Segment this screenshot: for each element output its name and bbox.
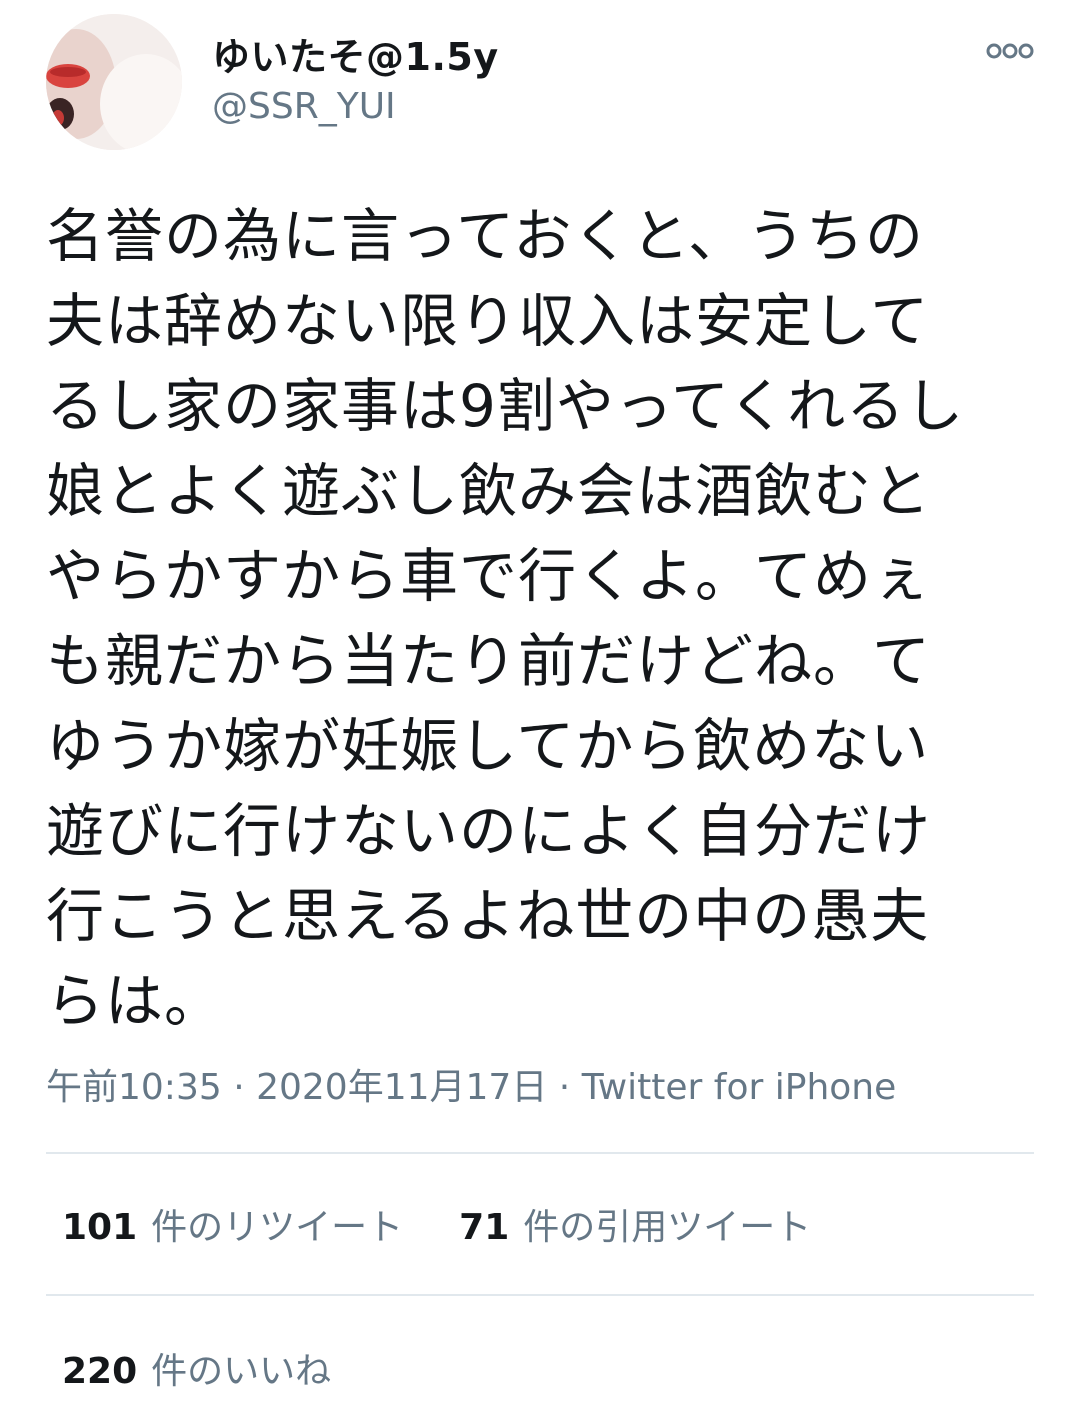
tweet-time[interactable]: 午前10:35 (46, 1067, 222, 1108)
quotes-stat[interactable]: 71 件の引用ツイート (459, 1198, 811, 1250)
quotes-label: 件の引用ツイート (523, 1207, 812, 1248)
tweet-source[interactable]: Twitter for iPhone (582, 1067, 897, 1108)
tweet-date[interactable]: 2020年11月17日 (256, 1067, 547, 1108)
quotes-count: 71 (459, 1207, 510, 1248)
meta-separator: · (547, 1067, 582, 1108)
engagement-stats: 101 件のリツイート 71 件の引用ツイート (62, 1198, 811, 1250)
likes-count: 220 (62, 1351, 138, 1392)
profile-photo (46, 14, 182, 150)
retweets-count: 101 (62, 1207, 138, 1248)
meta-separator: · (221, 1067, 257, 1108)
tweet-metadata: 午前10:35 · 2020年11月17日 · Twitter for iPho… (46, 1058, 896, 1110)
retweets-stat[interactable]: 101 件のリツイート (62, 1198, 403, 1250)
likes-label: 件のいいね (151, 1351, 332, 1392)
user-handle[interactable]: @SSR_YUI (212, 86, 396, 127)
more-options-button[interactable] (984, 36, 1036, 66)
likes-stat[interactable]: 220 件のいいね (62, 1342, 331, 1394)
avatar[interactable] (46, 14, 182, 150)
display-name[interactable]: ゆいたそ@1.5y (212, 26, 499, 81)
likes-row: 220 件のいいね (62, 1342, 331, 1394)
retweets-label: 件のリツイート (151, 1207, 404, 1248)
divider (46, 1294, 1034, 1296)
divider (46, 1152, 1034, 1154)
tweet-text: 名誉の為に言っておくと、うちの 夫は辞めない限り収入は安定して るし家の家事は9… (46, 202, 965, 1035)
more-options-icon (986, 43, 1034, 59)
